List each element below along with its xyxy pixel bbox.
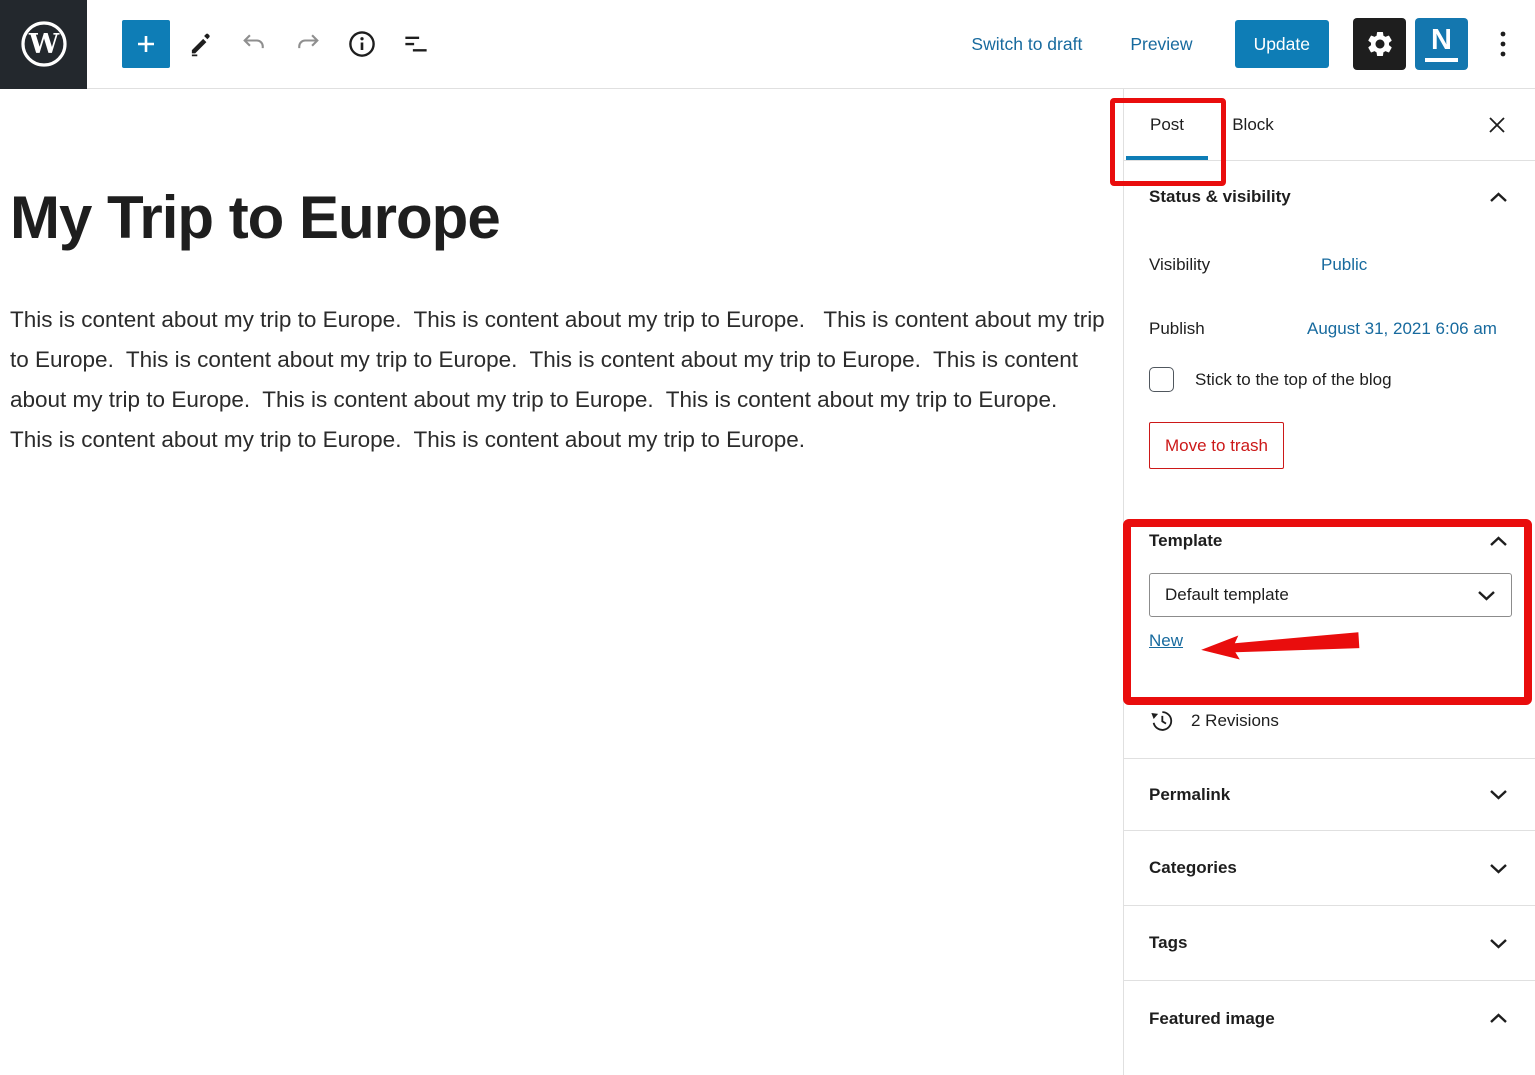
top-bar: W Switch to draft xyxy=(0,0,1535,89)
chevron-up-icon xyxy=(1489,536,1508,547)
options-menu-button[interactable] xyxy=(1485,20,1521,68)
tags-header[interactable]: Tags xyxy=(1124,906,1535,980)
svg-text:W: W xyxy=(27,29,59,60)
template-select[interactable]: Default template xyxy=(1149,573,1512,617)
stick-to-top-label[interactable]: Stick to the top of the blog xyxy=(1195,370,1392,390)
list-view-button[interactable] xyxy=(392,20,440,68)
chevron-down-icon xyxy=(1489,789,1508,800)
template-header[interactable]: Template xyxy=(1124,517,1535,565)
gear-icon xyxy=(1365,29,1395,59)
redo-button[interactable] xyxy=(284,20,332,68)
add-block-icon xyxy=(134,32,158,56)
tab-block[interactable]: Block xyxy=(1208,89,1298,160)
settings-sidebar: Post Block Status & visibility Visibilit… xyxy=(1123,89,1535,1075)
info-icon xyxy=(347,29,377,59)
chevron-up-icon xyxy=(1489,192,1508,203)
sidebar-tabs: Post Block xyxy=(1124,89,1535,161)
visibility-row: Visibility Public xyxy=(1124,233,1535,297)
status-visibility-title: Status & visibility xyxy=(1149,187,1291,207)
publish-date-button[interactable]: August 31, 2021 6:06 am xyxy=(1307,319,1497,339)
wordpress-logo: W xyxy=(19,19,69,69)
template-selected-value: Default template xyxy=(1165,585,1289,605)
kebab-icon xyxy=(1499,29,1507,59)
close-sidebar-button[interactable] xyxy=(1479,107,1515,143)
move-to-trash-button[interactable]: Move to trash xyxy=(1149,422,1284,469)
stick-to-top-checkbox[interactable] xyxy=(1149,367,1174,392)
nimbus-logo-underline xyxy=(1425,58,1458,62)
chevron-down-icon xyxy=(1489,938,1508,949)
template-title: Template xyxy=(1149,531,1222,551)
permalink-header[interactable]: Permalink xyxy=(1124,759,1535,830)
publish-row: Publish August 31, 2021 6:06 am xyxy=(1124,297,1535,361)
editor-canvas: My Trip to Europe This is content about … xyxy=(0,89,1123,1075)
tab-post[interactable]: Post xyxy=(1126,89,1208,160)
revisions-button[interactable]: 2 Revisions xyxy=(1124,683,1535,759)
status-visibility-header[interactable]: Status & visibility xyxy=(1124,161,1535,233)
preview-link[interactable]: Preview xyxy=(1124,33,1198,56)
undo-button[interactable] xyxy=(230,20,278,68)
visibility-label: Visibility xyxy=(1149,255,1307,275)
publish-label: Publish xyxy=(1149,319,1307,339)
stick-to-top-row: Stick to the top of the blog xyxy=(1124,361,1535,392)
permalink-title: Permalink xyxy=(1149,785,1230,805)
switch-to-draft-link[interactable]: Switch to draft xyxy=(965,33,1088,56)
featured-image-title: Featured image xyxy=(1149,1009,1275,1029)
redo-icon xyxy=(294,30,322,58)
settings-button[interactable] xyxy=(1353,18,1406,70)
nimbus-logo: N xyxy=(1431,26,1452,55)
post-paragraph[interactable]: This is content about my trip to Europe.… xyxy=(10,300,1110,460)
status-visibility-panel: Status & visibility Visibility Public Pu… xyxy=(1124,161,1535,497)
list-view-icon xyxy=(401,29,431,59)
tags-title: Tags xyxy=(1149,933,1187,953)
chevron-down-icon xyxy=(1489,863,1508,874)
post-title[interactable]: My Trip to Europe xyxy=(10,183,1113,252)
update-button[interactable]: Update xyxy=(1235,20,1329,68)
nimbus-capture-button[interactable]: N xyxy=(1415,18,1468,70)
chevron-up-icon xyxy=(1489,1013,1508,1024)
categories-title: Categories xyxy=(1149,858,1237,878)
new-template-link[interactable]: New xyxy=(1149,631,1183,650)
template-new-row: New xyxy=(1149,631,1535,661)
details-button[interactable] xyxy=(338,20,386,68)
history-icon xyxy=(1149,708,1175,734)
categories-header[interactable]: Categories xyxy=(1124,831,1535,905)
add-block-button[interactable] xyxy=(122,20,170,68)
wordpress-logo-button[interactable]: W xyxy=(0,0,87,89)
visibility-value-button[interactable]: Public xyxy=(1321,255,1367,275)
tools-button[interactable] xyxy=(176,20,224,68)
topbar-right-group: Switch to draft Preview Update N xyxy=(965,18,1535,70)
chevron-down-icon xyxy=(1477,590,1496,601)
annotation-arrow xyxy=(1198,625,1362,665)
pencil-icon xyxy=(187,31,213,57)
undo-icon xyxy=(240,30,268,58)
template-panel: Template Default template New xyxy=(1124,497,1535,683)
close-icon xyxy=(1487,115,1507,135)
featured-image-header[interactable]: Featured image xyxy=(1124,981,1535,1056)
revisions-label: 2 Revisions xyxy=(1191,711,1279,731)
